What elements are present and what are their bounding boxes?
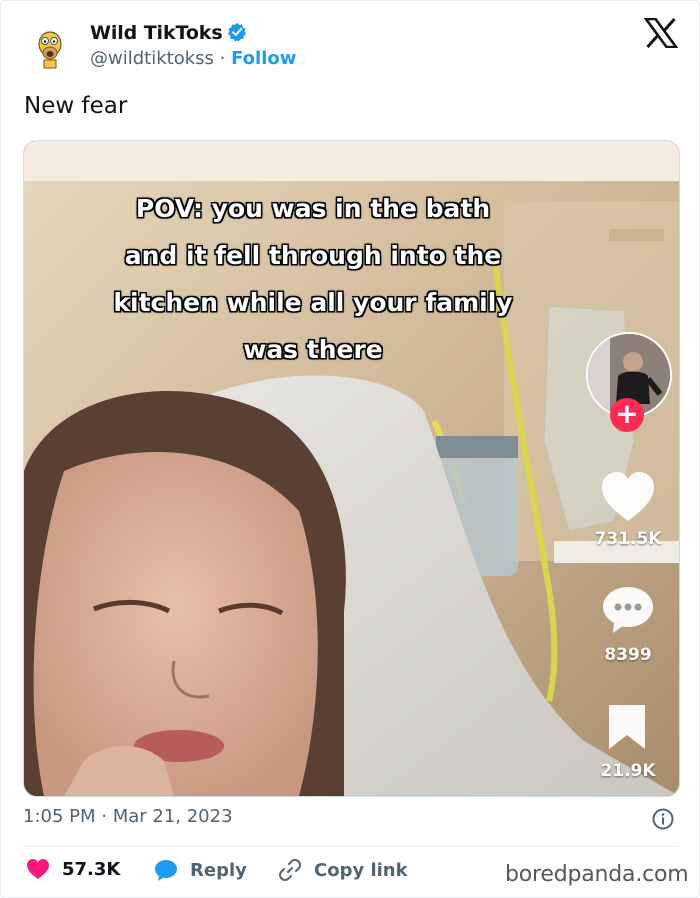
x-logo-icon[interactable] — [643, 17, 679, 49]
follow-plus-button[interactable]: + — [610, 398, 644, 432]
bookmark-icon[interactable] — [605, 703, 649, 755]
tweet-timestamp[interactable]: 1:05 PM · Mar 21, 2023 — [23, 806, 233, 827]
separator-dot: · — [219, 48, 226, 69]
follow-button[interactable]: Follow — [231, 48, 296, 69]
account-name-text[interactable]: Wild TikToks — [90, 22, 223, 44]
video-caption: POV: you was in the bath and it fell thr… — [24, 185, 602, 373]
save-count: 21.9K — [600, 761, 656, 781]
verified-badge-icon — [227, 22, 247, 47]
heart-filled-icon — [27, 859, 49, 879]
info-icon[interactable] — [652, 808, 674, 830]
video-media[interactable]: POV: you was in the bath and it fell thr… — [23, 140, 680, 797]
boredpanda-watermark: boredpanda.com — [505, 862, 689, 887]
like-button[interactable]: 57.3K — [26, 858, 120, 880]
divider — [23, 846, 678, 847]
heart-icon[interactable] — [600, 471, 656, 527]
reply-bubble-icon — [155, 860, 177, 881]
link-icon — [279, 859, 301, 881]
handle-line: @wildtiktokss · Follow — [90, 48, 296, 69]
caption-line: and it fell through into the — [124, 241, 502, 270]
tweet-text: New fear — [24, 93, 128, 119]
copy-link-label: Copy link — [314, 859, 408, 881]
account-name[interactable]: Wild TikToks — [90, 22, 247, 47]
comment-count: 8399 — [604, 645, 652, 665]
copy-link-button[interactable]: Copy link — [278, 858, 408, 882]
like-count: 731.5K — [594, 529, 662, 549]
caption-line: kitchen while all your family — [113, 288, 513, 317]
reply-button[interactable]: Reply — [154, 858, 247, 882]
caption-line: POV: you was in the bath — [135, 194, 491, 223]
account-handle[interactable]: @wildtiktokss — [90, 48, 214, 69]
caption-line: was there — [243, 335, 383, 364]
profile-avatar[interactable] — [26, 24, 74, 72]
like-count-label: 57.3K — [62, 858, 121, 880]
reply-label: Reply — [190, 859, 247, 881]
comment-icon[interactable] — [601, 585, 655, 639]
